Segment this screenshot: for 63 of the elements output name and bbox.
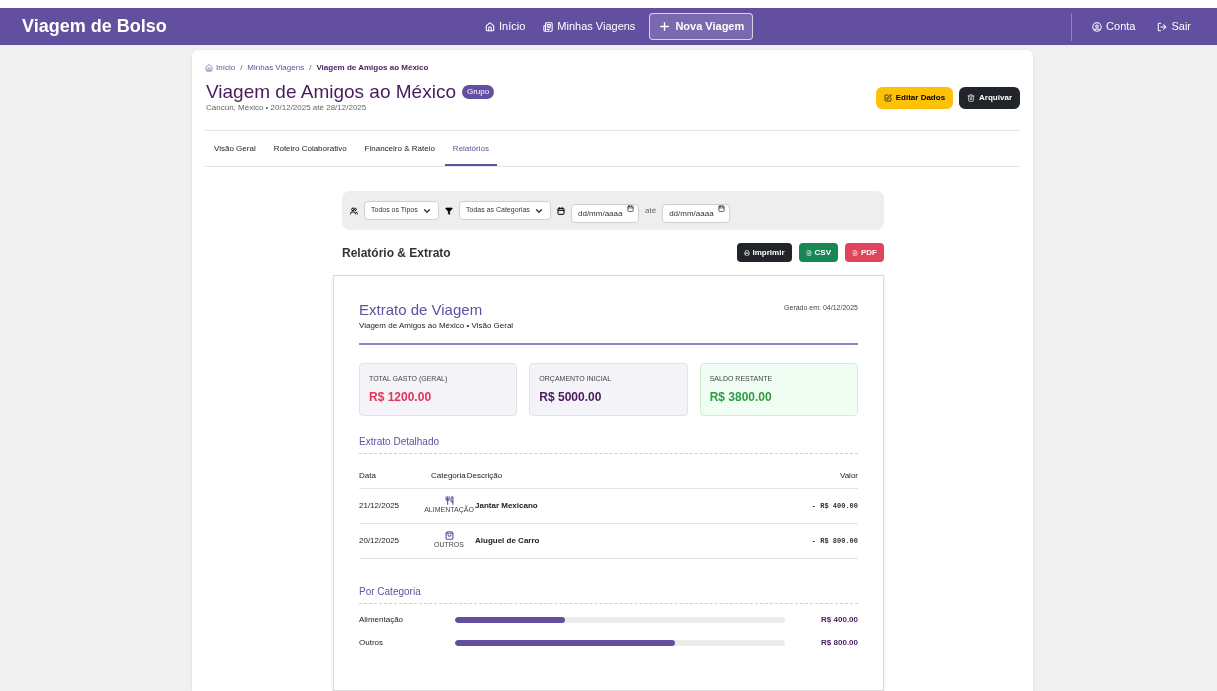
section-heading: Por Categoria [359, 583, 858, 604]
pdf-button[interactable]: PDF [845, 243, 884, 262]
printer-icon [743, 249, 750, 256]
category-name: Alimentação [359, 613, 405, 626]
csv-button[interactable]: CSV [798, 243, 838, 262]
brand-logo[interactable]: Viagem de Bolso [22, 13, 167, 40]
trash-icon [967, 94, 976, 102]
group-badge: Grupo [461, 84, 495, 99]
calendar-icon [557, 206, 565, 215]
tab[interactable]: Relatórios [444, 143, 497, 166]
summary-value: R$ 1200.00 [369, 389, 433, 407]
summary-value: R$ 5000.00 [539, 389, 603, 407]
new-trip-button[interactable]: Nova Viagem [649, 13, 754, 40]
nav-link[interactable]: Sair [1153, 18, 1195, 35]
nav-link[interactable]: Início [481, 18, 530, 35]
archive-button[interactable]: Arquivar [959, 87, 1020, 109]
home-icon [485, 21, 495, 32]
column-header: Data [359, 469, 377, 482]
user-icon [1092, 21, 1103, 32]
tab[interactable]: Roteiro Colaborativo [265, 143, 355, 166]
home-icon [205, 64, 213, 72]
statement-title: Extrato de Viagem [359, 301, 484, 320]
nav-link[interactable]: Minhas Viagens [539, 18, 640, 35]
nav-link[interactable]: Conta [1088, 18, 1140, 35]
report-title: Relatório & Extrato [342, 244, 451, 262]
trip-subtitle: Cancún, México • 20/12/2025 até 28/12/2025 [206, 102, 368, 114]
breadcrumb-link[interactable]: Minhas Viagens [247, 62, 305, 74]
shopping-bag-icon [444, 531, 454, 540]
date-from-field[interactable]: dd/mm/aaaa [571, 203, 639, 223]
statement-subtitle: Viagem de Amigos ao México • Visão Geral [359, 319, 514, 332]
edit-icon [883, 94, 892, 102]
column-header: Descrição [466, 469, 504, 482]
file-icon [852, 249, 858, 256]
category-name: Outros [359, 636, 384, 649]
breadcrumb-separator: / [240, 62, 243, 74]
file-icon [805, 249, 812, 256]
table-cell-text: Aluguel de Carro [475, 534, 541, 547]
breadcrumb-link[interactable]: Início [205, 62, 236, 74]
column-header: Valor [839, 469, 858, 482]
calendar-icon [627, 204, 634, 212]
trip-title: Viagem de Amigos ao México [206, 82, 456, 101]
users-icon [350, 206, 358, 215]
breadcrumb-current-page: Viagem de Amigos ao México [316, 62, 429, 74]
newspaper-icon [543, 21, 554, 32]
date-to-field[interactable]: dd/mm/aaaa [662, 203, 731, 223]
filter-icon [445, 206, 453, 215]
table-cell-text: Jantar Mexicano [475, 499, 539, 512]
logout-icon [1157, 21, 1168, 32]
tab[interactable]: Financeiro & Rateio [356, 143, 443, 166]
section-heading: Extrato Detalhado [359, 433, 858, 454]
column-header: Categoria [431, 469, 466, 482]
category-amount: R$ 400.00 [820, 613, 858, 626]
edit-button[interactable]: Editar Dados [875, 87, 954, 109]
print-button[interactable]: Imprimir [736, 243, 792, 262]
summary-value: R$ 3800.00 [709, 389, 773, 407]
table-cell-text: 20/12/2025 [359, 534, 401, 547]
tab[interactable]: Visão Geral [206, 143, 264, 166]
calendar-icon [718, 204, 726, 212]
category-amount: R$ 800.00 [820, 636, 858, 649]
date-separator: até [645, 204, 657, 217]
breadcrumb-separator: / [309, 62, 312, 74]
utensils-icon [444, 496, 454, 505]
plus-icon [658, 20, 672, 33]
